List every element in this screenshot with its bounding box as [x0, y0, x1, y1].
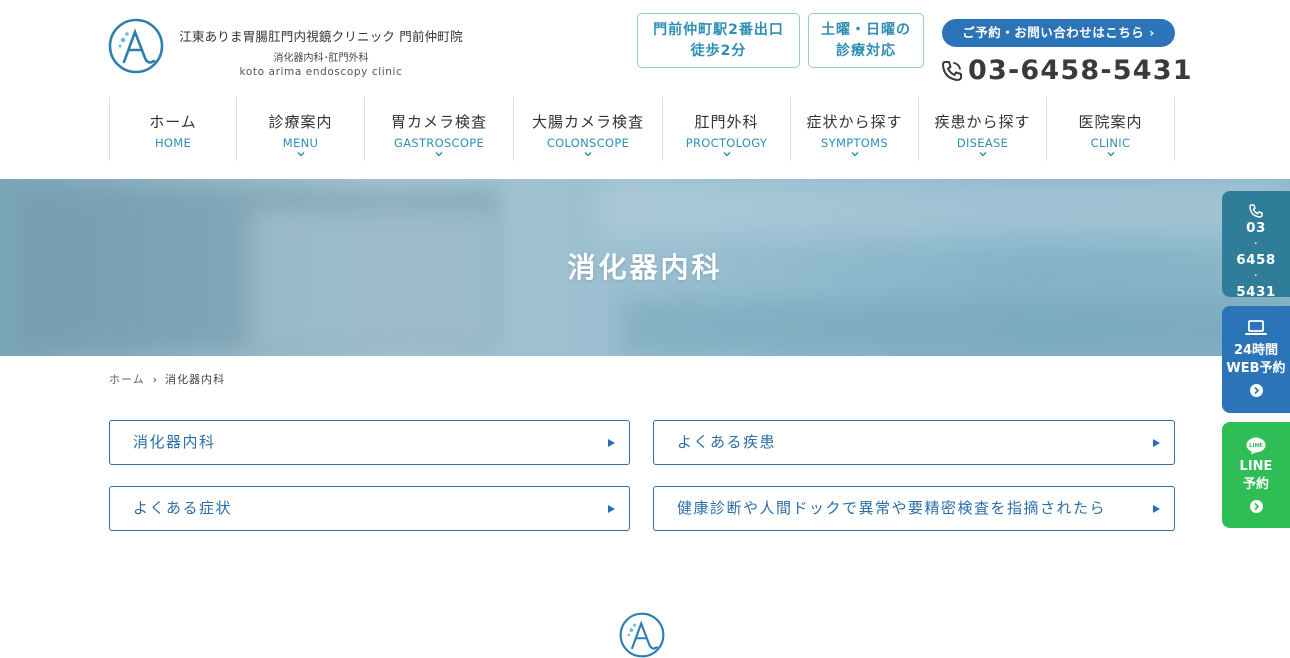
side-tel-separator: · [1254, 271, 1258, 280]
side-line-reserve-tab[interactable]: LINE LINE 予約 [1222, 422, 1290, 528]
link-label: 健康診断や人間ドックで異常や要精密検査を指摘されたら [677, 499, 1107, 517]
arrow-circle-icon [1249, 500, 1263, 513]
nav-label-en: MENU [282, 136, 319, 150]
nav-label: 医院案内 [1078, 113, 1143, 131]
phone-icon [1249, 204, 1263, 218]
station-line-2: 徒歩2分 [690, 43, 747, 59]
chevron-down-icon [1106, 151, 1115, 157]
nav-item-home[interactable]: ホーム HOME [109, 97, 236, 161]
chevron-down-icon [296, 151, 305, 157]
clinic-logo[interactable] [108, 18, 164, 74]
nav-label-en: CLINIC [1090, 136, 1131, 150]
side-tel-part: 03 [1246, 220, 1266, 236]
clinic-name: 江東ありま胃腸肛門内視鏡クリニック 門前仲町院 [179, 29, 463, 44]
nav-label: 症状から探す [806, 113, 903, 131]
nav-label-en: HOME [154, 136, 192, 150]
weekend-badge: 土曜・日曜の 診療対応 [808, 13, 924, 68]
side-web-label: 24時間 WEB予約 [1222, 342, 1290, 378]
side-tel-tab[interactable]: 03 · 6458 · 5431 [1222, 191, 1290, 300]
link-label: よくある症状 [133, 499, 233, 517]
link-health-checkup-abnormal[interactable]: 健康診断や人間ドックで異常や要精密検査を指摘されたら [653, 486, 1175, 531]
weekend-line-1: 土曜・日曜の [821, 22, 911, 38]
line-icon: LINE [1246, 437, 1266, 455]
header-phone-link[interactable]: 03-6458-5431 [940, 54, 1191, 88]
clinic-departments: 消化器内科･肛門外科 [273, 53, 369, 64]
side-line-line: LINE [1239, 459, 1273, 474]
link-label: 消化器内科 [133, 433, 216, 451]
triangle-right-icon [608, 439, 615, 447]
nav-label: 肛門外科 [694, 113, 759, 131]
nav-item-clinic[interactable]: 医院案内 CLINIC [1046, 97, 1175, 161]
nav-label-en: SYMPTOMS [821, 136, 888, 150]
site-header: 江東ありま胃腸肛門内視鏡クリニック 門前仲町院 消化器内科･肛門外科 koto … [0, 0, 1290, 90]
clinic-name-block[interactable]: 江東ありま胃腸肛門内視鏡クリニック 門前仲町院 消化器内科･肛門外科 koto … [176, 26, 466, 78]
breadcrumb-home-link[interactable]: ホーム [109, 371, 145, 387]
page-title: 消化器内科 [567, 251, 723, 284]
nav-label: 疾患から探す [934, 113, 1031, 131]
station-access-badge: 門前仲町駅2番出口 徒歩2分 [637, 13, 800, 68]
phone-icon [942, 61, 962, 81]
nav-label: ホーム [149, 113, 197, 131]
breadcrumb-separator: › [152, 372, 158, 386]
clinic-name-en: koto arima endoscopy clinic [239, 66, 403, 78]
clinic-logo [619, 612, 665, 658]
triangle-right-icon [608, 505, 615, 513]
triangle-right-icon [1153, 505, 1160, 513]
link-common-diseases[interactable]: よくある疾患 [653, 420, 1175, 465]
nav-item-menu[interactable]: 診療案内 MENU [236, 97, 364, 161]
nav-label-en: DISEASE [956, 136, 1009, 150]
nav-label-en: COLONSCOPE [546, 136, 630, 150]
triangle-right-icon [1153, 439, 1160, 447]
nav-item-proctology[interactable]: 肛門外科 PROCTOLOGY [662, 97, 790, 161]
reserve-contact-button[interactable]: ご予約・お問い合わせはこちら › [942, 19, 1175, 47]
nav-item-gastroscope[interactable]: 胃カメラ検査 GASTROSCOPE [364, 97, 513, 161]
nav-label: 診療案内 [268, 113, 333, 131]
nav-label-en: PROCTOLOGY [685, 136, 768, 150]
svg-text:LINE: LINE [1249, 443, 1263, 449]
side-line-line: 予約 [1242, 477, 1269, 492]
chevron-down-icon [435, 151, 443, 157]
chevron-down-icon [722, 151, 731, 157]
chevron-down-icon [584, 151, 592, 157]
main-nav: ホーム HOME 診療案内 MENU 胃カメラ検査 GASTROSCOPE 大腸… [109, 97, 1175, 161]
nav-label-en: GASTROSCOPE [393, 136, 485, 150]
side-tel-part: 5431 [1236, 284, 1276, 300]
weekend-line-2: 診療対応 [836, 43, 896, 59]
chevron-down-icon [850, 151, 859, 157]
side-web-line: 24時間 [1233, 343, 1279, 358]
side-web-reserve-tab[interactable]: 24時間 WEB予約 [1222, 306, 1290, 413]
nav-item-symptoms[interactable]: 症状から探す SYMPTOMS [790, 97, 918, 161]
station-line-1: 門前仲町駅2番出口 [653, 22, 784, 38]
side-tel-separator: · [1254, 239, 1258, 248]
nav-item-colonscope[interactable]: 大腸カメラ検査 COLONSCOPE [513, 97, 662, 161]
breadcrumb-current: 消化器内科 [165, 373, 226, 386]
side-line-label: LINE 予約 [1222, 458, 1290, 494]
chevron-down-icon [978, 151, 987, 157]
side-tel-number: 03 · 6458 · 5431 [1222, 220, 1290, 300]
arrow-circle-icon [1249, 384, 1263, 397]
nav-label: 大腸カメラ検査 [531, 113, 644, 131]
hero-banner: 消化器内科 [0, 179, 1290, 356]
link-common-symptoms[interactable]: よくある症状 [109, 486, 630, 531]
nav-label: 胃カメラ検査 [390, 113, 487, 131]
side-web-line: WEB予約 [1226, 361, 1286, 376]
link-label: よくある疾患 [677, 433, 777, 451]
nav-item-disease[interactable]: 疾患から探す DISEASE [918, 97, 1046, 161]
breadcrumb: ホーム › 消化器内科 [109, 371, 225, 387]
header-phone-number: 03-6458-5431 [968, 55, 1193, 86]
link-gastroenterology[interactable]: 消化器内科 [109, 420, 630, 465]
laptop-icon [1245, 320, 1267, 335]
side-tel-part: 6458 [1236, 252, 1276, 268]
